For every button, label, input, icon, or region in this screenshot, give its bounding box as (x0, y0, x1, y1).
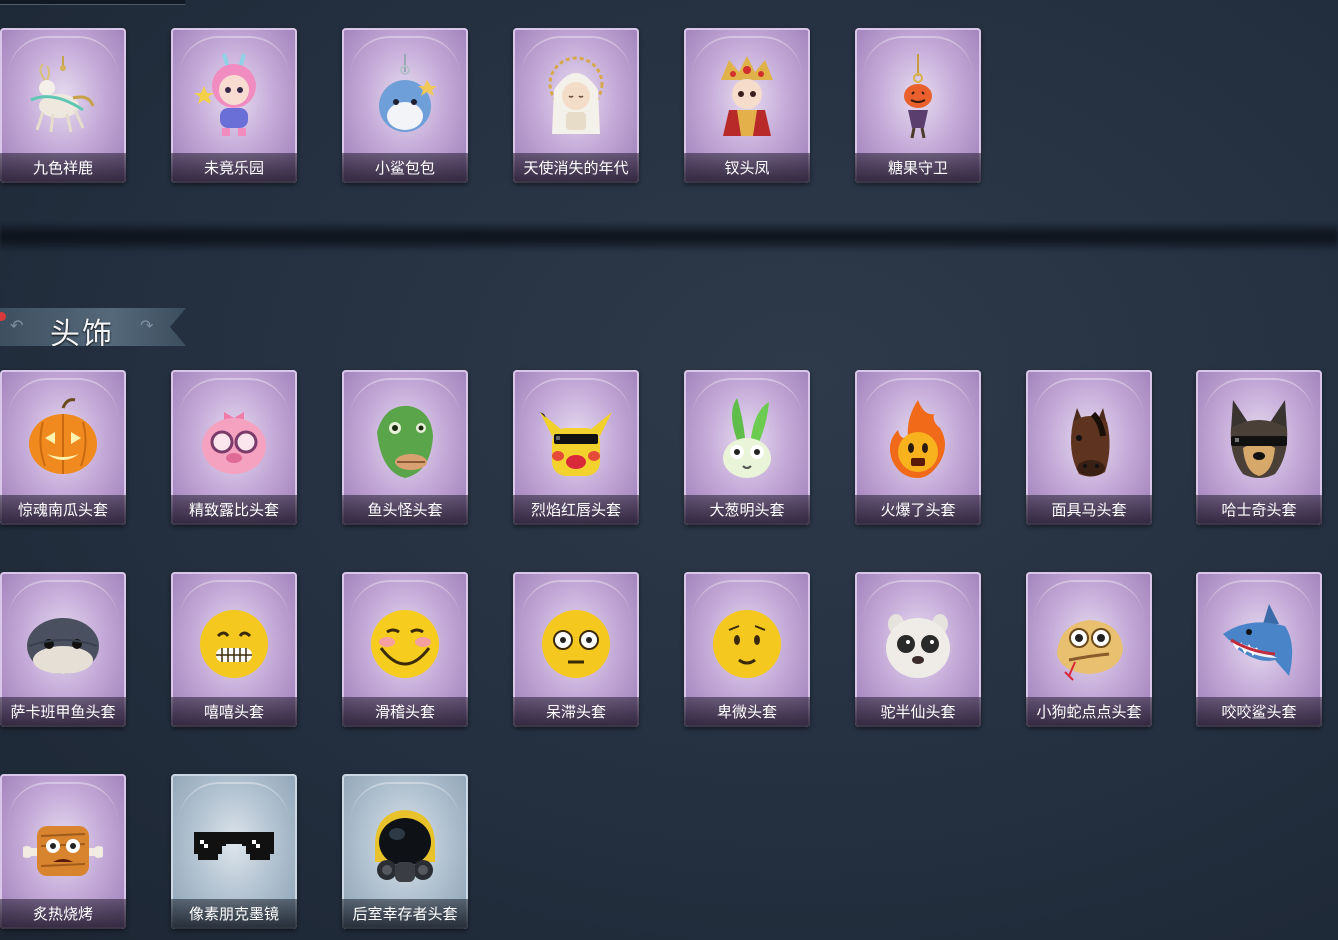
item-card[interactable]: 惊魂南瓜头套 (0, 370, 126, 525)
item-name: 滑稽头套 (342, 697, 468, 727)
item-name: 小狗蛇点点头套 (1026, 697, 1152, 727)
item-name: 小鲨包包 (342, 153, 468, 183)
item-name: 哈士奇头套 (1196, 495, 1322, 525)
item-name: 惊魂南瓜头套 (0, 495, 126, 525)
item-card[interactable]: 糖果守卫 (855, 28, 981, 183)
horse-mask-icon (1049, 392, 1129, 482)
item-name: 嘻嘻头套 (171, 697, 297, 727)
item-card[interactable]: 精致露比头套 (171, 370, 297, 525)
swirl-left-icon: ↶ (10, 316, 24, 335)
item-card[interactable]: 哈士奇头套 (1196, 370, 1322, 525)
item-name: 烈焰红唇头套 (513, 495, 639, 525)
fire-spirit-head-icon (878, 392, 958, 482)
alpaca-head-icon (878, 594, 958, 684)
armored-fish-head-icon (23, 594, 103, 684)
item-card[interactable]: 钗头凤 (684, 28, 810, 183)
item-card[interactable]: 萨卡班甲鱼头套 (0, 572, 126, 727)
item-card[interactable]: 小鲨包包 (342, 28, 468, 183)
item-name: 天使消失的年代 (513, 153, 639, 183)
item-card[interactable]: 天使消失的年代 (513, 28, 639, 183)
phoenix-crown-doll-icon (707, 50, 787, 140)
item-card[interactable]: 小狗蛇点点头套 (1026, 572, 1152, 727)
gas-mask-helmet-icon (365, 796, 445, 886)
shark-head-icon (1219, 594, 1299, 684)
ink-brush-divider (0, 222, 1338, 252)
pumpkin-head-icon (23, 392, 103, 482)
item-card[interactable]: 大葱明头套 (684, 370, 810, 525)
item-card[interactable]: 未竟乐园 (171, 28, 297, 183)
item-card[interactable]: 驼半仙头套 (855, 572, 981, 727)
angel-doll-icon (536, 50, 616, 140)
item-name: 大葱明头套 (684, 495, 810, 525)
candy-guard-icon (878, 50, 958, 140)
item-card[interactable]: 滑稽头套 (342, 572, 468, 727)
item-name: 卑微头套 (684, 697, 810, 727)
item-card[interactable]: 鱼头怪头套 (342, 370, 468, 525)
item-name: 炙热烧烤 (0, 899, 126, 929)
item-card[interactable]: 后室幸存者头套 (342, 774, 468, 929)
dazed-emoji-head-icon (536, 594, 616, 684)
item-name: 精致露比头套 (171, 495, 297, 525)
item-name: 鱼头怪头套 (342, 495, 468, 525)
item-name: 未竟乐园 (171, 153, 297, 183)
item-card[interactable]: 嘻嘻头套 (171, 572, 297, 727)
item-card[interactable]: 烈焰红唇头套 (513, 370, 639, 525)
shark-pendant-icon (365, 50, 445, 140)
pixel-sunglasses-icon (194, 796, 274, 886)
funny-emoji-head-icon (365, 594, 445, 684)
fish-head-icon (365, 392, 445, 482)
yellow-mouse-head-icon (536, 392, 616, 482)
item-card[interactable]: 面具马头套 (1026, 370, 1152, 525)
item-name: 九色祥鹿 (0, 153, 126, 183)
section-title: 头饰 (50, 317, 114, 352)
husky-head-icon (1219, 392, 1299, 482)
item-name: 后室幸存者头套 (342, 899, 468, 929)
item-card[interactable]: 炙热烧烤 (0, 774, 126, 929)
humble-emoji-head-icon (707, 594, 787, 684)
item-name: 驼半仙头套 (855, 697, 981, 727)
item-name: 面具马头套 (1026, 495, 1152, 525)
item-card[interactable]: 火爆了头套 (855, 370, 981, 525)
item-name: 糖果守卫 (855, 153, 981, 183)
top-tab-strip (0, 0, 185, 5)
item-name: 像素朋克墨镜 (171, 899, 297, 929)
grin-emoji-head-icon (194, 594, 274, 684)
grilled-meat-head-icon (23, 796, 103, 886)
pink-doll-icon (194, 50, 274, 140)
section-header-headwear: ↶ 头饰 ↷ (0, 308, 186, 346)
swirl-right-icon: ↷ (140, 316, 154, 335)
item-name: 咬咬鲨头套 (1196, 697, 1322, 727)
item-card[interactable]: 九色祥鹿 (0, 28, 126, 183)
item-card[interactable]: 卑微头套 (684, 572, 810, 727)
item-name: 呆滞头套 (513, 697, 639, 727)
pink-pig-head-icon (194, 392, 274, 482)
item-card[interactable]: 呆滞头套 (513, 572, 639, 727)
item-name: 火爆了头套 (855, 495, 981, 525)
deer-charm-icon (23, 50, 103, 140)
green-onion-head-icon (707, 392, 787, 482)
item-card[interactable]: 咬咬鲨头套 (1196, 572, 1322, 727)
item-card[interactable]: 像素朋克墨镜 (171, 774, 297, 929)
item-name: 钗头凤 (684, 153, 810, 183)
item-name: 萨卡班甲鱼头套 (0, 697, 126, 727)
snake-head-icon (1049, 594, 1129, 684)
